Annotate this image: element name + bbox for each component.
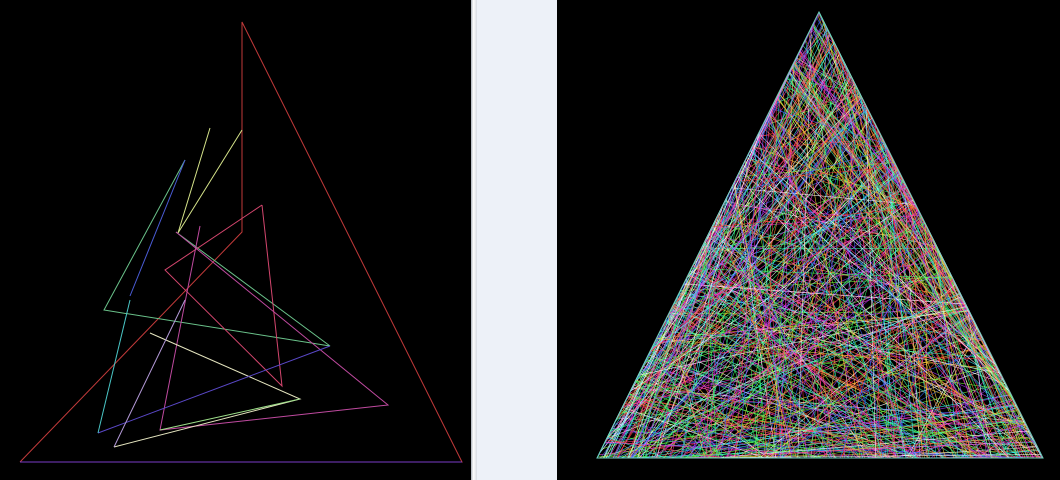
left-drawing-canvas — [0, 0, 471, 480]
right-dense-triangle-drawing — [596, 10, 1044, 459]
mesh-line — [706, 225, 927, 459]
line-pink — [164, 204, 283, 388]
line-magenta — [159, 225, 390, 431]
line-blue — [129, 159, 186, 297]
mesh-line — [778, 92, 1014, 400]
left-triangle-drawing — [19, 21, 463, 463]
separator-panel — [477, 0, 557, 480]
line-violet — [97, 345, 331, 434]
line-yellow — [177, 127, 243, 234]
line-lightgreen — [159, 398, 301, 431]
line-outer-red — [19, 21, 463, 463]
mesh-lines — [597, 12, 1043, 459]
line-cyan — [97, 299, 131, 434]
right-drawing-canvas — [557, 0, 1060, 480]
line-green — [103, 159, 331, 347]
